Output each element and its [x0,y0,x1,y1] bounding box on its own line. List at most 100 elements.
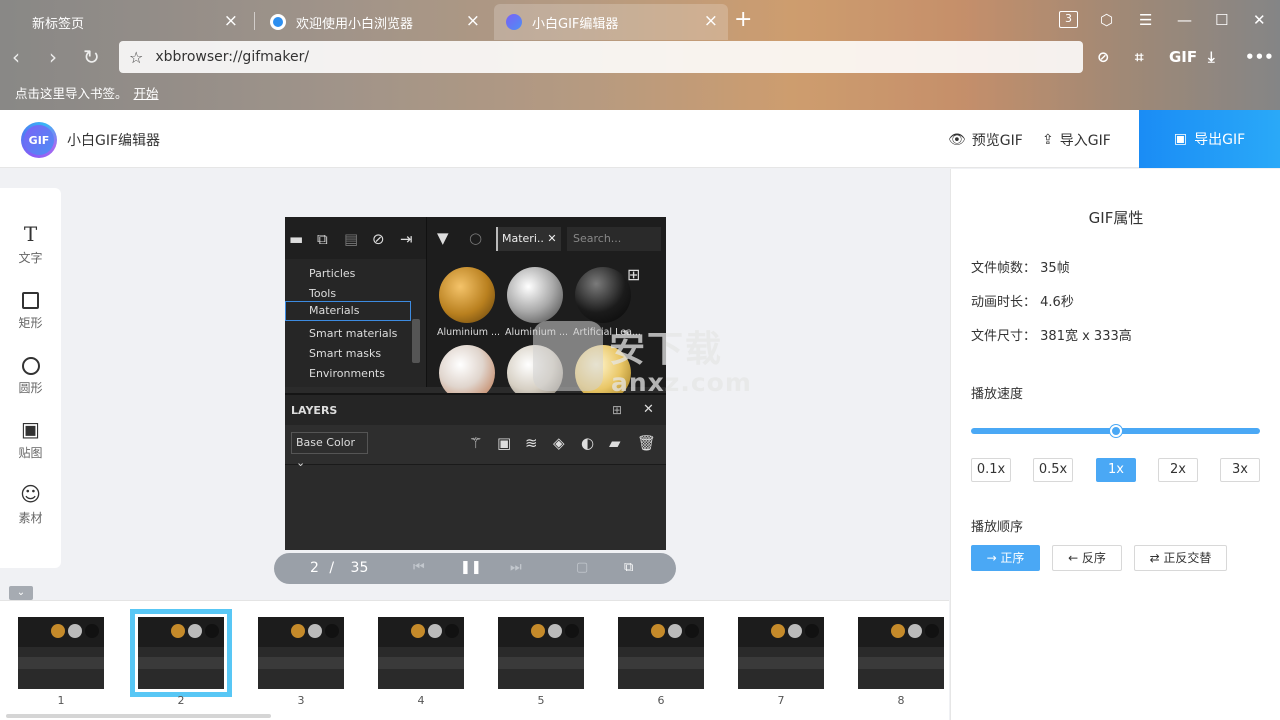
tree-item: Environments [309,367,385,380]
eye-icon: 👁 [948,132,966,148]
order-reverse-button[interactable]: ← 反序 [1052,545,1122,571]
duration-label: 动画时长： [971,295,1037,310]
tree-scrollbar [412,319,420,363]
tab-label: 小白GIF编辑器 [532,16,619,32]
gif-tool-button[interactable]: GIF [1169,46,1197,68]
image-icon: ▣ [21,417,40,441]
order-pingpong-button[interactable]: ⇄ 正反交替 [1134,545,1227,571]
eye-off-icon: ⊘ [372,230,385,248]
text-icon: T [23,222,38,246]
tab-label: 欢迎使用小白浏览器 [296,16,414,32]
first-frame-icon[interactable]: ⏮ [413,560,425,575]
delete-frame-icon[interactable]: ▢ [576,560,588,575]
frame-thumb-1[interactable] [18,617,104,689]
frame-timeline: 1 2 3 4 5 6 7 8 [0,600,949,720]
tool-image[interactable]: ▣ 贴图 [0,417,61,461]
speed-slider-thumb[interactable] [1109,425,1122,437]
frame-thumb-4[interactable] [378,617,464,689]
tab-welcome[interactable]: 欢迎使用小白浏览器 × [258,4,490,40]
tool-rectangle[interactable]: 矩形 [0,287,61,331]
dock-icon: ⊞ [612,403,623,417]
address-bar[interactable]: ☆ xbbrowser://gifmaker/ [119,41,1083,73]
back-icon[interactable]: ‹ [12,44,20,70]
magic-wand-icon: ⚚ [469,434,483,452]
tree-item: Tools [309,287,337,300]
frame-number: 7 [777,694,785,707]
last-frame-icon[interactable]: ⏭ [510,560,522,575]
frame-number: 3 [297,694,305,707]
thumb-label: Artificial Lea... [573,327,641,338]
save-icon: ▣ [1173,131,1188,147]
close-icon[interactable]: × [704,12,718,30]
close-icon[interactable]: × [466,12,480,30]
tab-new-tab[interactable]: 新标签页 × [20,4,248,40]
thumb-label: Aluminium ... [505,327,569,338]
close-icon[interactable]: × [224,12,238,30]
speed-3x-button[interactable]: 3x [1220,458,1260,482]
frames-label: 文件帧数： [971,261,1037,276]
tab-gif-editor[interactable]: 小白GIF编辑器 × [494,4,728,40]
filter-icon: ▼ [437,229,449,247]
frame-thumb-8[interactable] [858,617,944,689]
playback-bar: 2 / 35 ⏮ ❚❚ ⏭ ▢ ⧉ [274,553,676,584]
frame-thumb-2[interactable] [130,609,232,697]
tool-label: 圆形 [18,381,43,395]
add-mask-icon: ▣ [497,434,512,452]
frame-thumb-7[interactable] [738,617,824,689]
tool-material[interactable]: ☺ 素材 [0,482,61,526]
frame-thumb-3[interactable] [258,617,344,689]
duration-value: 4.6秒 [1040,295,1074,310]
crop-icon[interactable]: ⌗ [1135,46,1143,68]
copy-frame-icon[interactable]: ⧉ [624,560,633,575]
gif-preview-canvas: ▬ ⧉ ▤ ⊘ ⇥ Particles Tools Materials Smar… [285,217,666,550]
frame-number: 6 [657,694,665,707]
import-gif-label: 导入GIF [1059,133,1111,149]
timeline-scrollbar[interactable] [6,714,271,718]
maximize-icon[interactable]: ☐ [1215,10,1228,30]
import-gif-button[interactable]: ⇪ 导入GIF [1042,130,1111,150]
more-icon[interactable]: ••• [1245,46,1274,68]
rectangle-icon [0,287,61,311]
browser-chrome: 新标签页 × 欢迎使用小白浏览器 × 小白GIF编辑器 × + 3 ⬡ ☰ — … [0,0,1280,110]
thumb-label: Aluminium ... [437,327,501,338]
bookmark-bar: 点击这里导入书签。 开始 [15,83,159,102]
tree-item-selected: Materials [285,301,411,321]
current-frame: 2 [310,560,319,576]
tool-text[interactable]: T 文字 [0,222,61,266]
speed-0.5x-button[interactable]: 0.5x [1033,458,1073,482]
minimize-icon[interactable]: — [1177,10,1192,30]
collapse-timeline-button[interactable]: ⌄ [9,586,33,600]
address-text: xbbrowser://gifmaker/ [155,49,310,65]
order-forward-button[interactable]: → 正序 [971,545,1040,571]
frame-thumb-6[interactable] [618,617,704,689]
ad-block-icon[interactable]: ⊘ [1097,46,1110,68]
close-window-icon[interactable]: ✕ [1253,10,1266,30]
reload-icon[interactable]: ↻ [83,44,100,70]
properties-title: GIF属性 [1088,209,1144,227]
close-icon: ✕ [643,402,654,417]
preview-gif-button[interactable]: 👁 预览GIF [948,130,1023,150]
star-icon[interactable]: ☆ [129,48,143,67]
bookmark-start-link[interactable]: 开始 [134,86,159,101]
tab-count-badge[interactable]: 3 [1059,11,1078,28]
pause-icon[interactable]: ❚❚ [460,560,482,575]
tool-label: 文字 [18,251,43,265]
tool-circle[interactable]: 圆形 [0,352,61,396]
speed-0.1x-button[interactable]: 0.1x [971,458,1011,482]
tool-label: 矩形 [18,316,43,330]
extension-icon[interactable]: ⬡ [1100,10,1113,30]
speed-2x-button[interactable]: 2x [1158,458,1198,482]
frames-value: 35帧 [1040,261,1070,276]
preview-search: Search... [567,227,661,251]
layers-header: LAYERS ⊞ ✕ [285,393,666,425]
forward-icon[interactable]: › [49,44,57,70]
preview-toolbar: ▬ ⧉ ▤ ⊘ ⇥ [285,217,426,259]
download-icon[interactable]: ⤓ [1208,46,1215,68]
layer-channel-select: Base Color ⌄ [291,432,368,469]
order-title: 播放顺序 [971,520,1024,535]
speed-1x-button[interactable]: 1x [1096,458,1136,482]
export-gif-button[interactable]: ▣ 导出GIF [1139,110,1280,168]
menu-icon[interactable]: ☰ [1139,10,1152,30]
frame-thumb-5[interactable] [498,617,584,689]
new-tab-plus-icon[interactable]: + [734,8,752,32]
